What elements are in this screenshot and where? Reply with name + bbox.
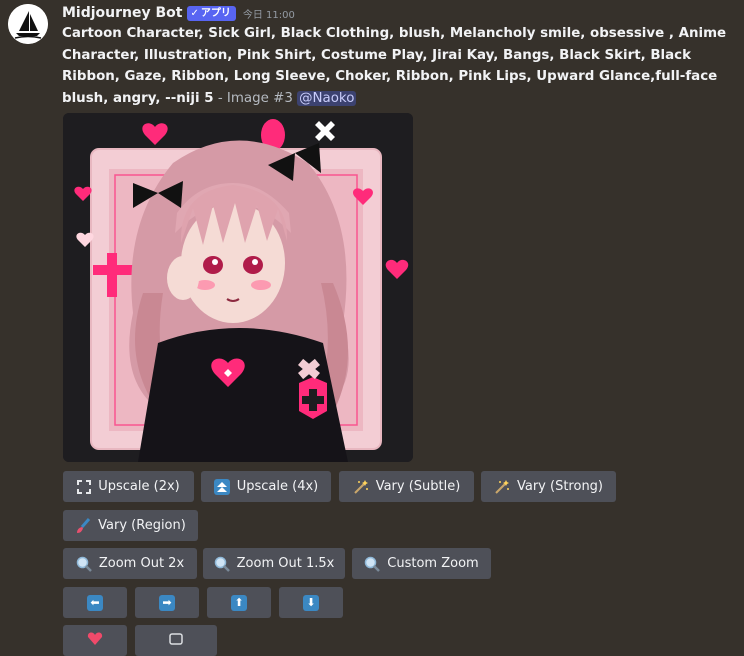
checkmark-icon: ✓: [190, 7, 199, 19]
zoom-out-1-5x-button[interactable]: Zoom Out 1.5x: [203, 548, 345, 579]
anime-girl-illustration: [63, 113, 413, 462]
message-content: Cartoon Character, Sick Girl, Black Clot…: [62, 23, 742, 109]
prompt-text: Cartoon Character, Sick Girl, Black Clot…: [62, 26, 727, 106]
custom-zoom-label: Custom Zoom: [387, 556, 479, 571]
app-badge-label: アプリ: [200, 7, 231, 19]
vary-subtle-label: Vary (Subtle): [375, 479, 461, 494]
favorite-button[interactable]: [63, 625, 127, 656]
upscale-4x-label: Upscale (4x): [236, 479, 319, 494]
avatar[interactable]: [8, 4, 48, 44]
vary-subtle-button[interactable]: Vary (Subtle): [339, 471, 474, 502]
upscale-4x-button[interactable]: Upscale (4x): [201, 471, 331, 502]
app-badge: ✓ アプリ: [187, 5, 236, 21]
custom-zoom-button[interactable]: Custom Zoom: [352, 548, 491, 579]
zoom-out-1-5x-label: Zoom Out 1.5x: [236, 556, 335, 571]
arrow-right-icon: ➡: [159, 594, 175, 611]
vary-strong-button[interactable]: Vary (Strong): [481, 471, 616, 502]
vary-strong-label: Vary (Strong): [516, 479, 604, 494]
web-link-button[interactable]: [135, 625, 217, 656]
pan-down-button[interactable]: ⬇: [279, 587, 343, 618]
message-header: Midjourney Bot ✓ アプリ 今日 11:00: [62, 3, 295, 23]
magnifier-icon: [214, 556, 230, 572]
magnifier-icon: [364, 556, 381, 572]
author-name[interactable]: Midjourney Bot: [62, 5, 182, 21]
paintbrush-icon: [75, 517, 91, 534]
user-mention[interactable]: @Naoko: [297, 90, 357, 106]
pan-up-button[interactable]: ⬆: [207, 587, 271, 618]
heart-icon: [87, 632, 103, 650]
arrow-up-icon: ⬆: [231, 594, 247, 611]
upscale-2x-button[interactable]: Upscale (2x): [63, 471, 194, 502]
generated-image[interactable]: [63, 113, 413, 462]
magnifier-icon: [76, 556, 92, 572]
sparkle-wand-icon: [494, 479, 510, 495]
timestamp: 今日 11:00: [242, 9, 295, 21]
arrow-down-icon: ⬇: [303, 594, 319, 611]
link-icon: [168, 632, 184, 650]
upscale-2x-label: Upscale (2x): [98, 479, 180, 494]
pan-right-button[interactable]: ➡: [135, 587, 199, 618]
vary-region-label: Vary (Region): [98, 518, 186, 533]
sparkle-wand-icon: [353, 479, 369, 495]
pan-left-button[interactable]: ⬅: [63, 587, 127, 618]
expand-arrows-icon: [77, 479, 92, 494]
image-index: - Image #3: [213, 90, 298, 106]
arrow-left-icon: ⬅: [87, 594, 103, 611]
zoom-out-2x-label: Zoom Out 2x: [98, 556, 185, 571]
zoom-out-2x-button[interactable]: Zoom Out 2x: [63, 548, 197, 579]
double-up-arrow-icon: [213, 478, 230, 495]
vary-region-button[interactable]: Vary (Region): [63, 510, 198, 541]
midjourney-boat-icon: [8, 4, 48, 44]
